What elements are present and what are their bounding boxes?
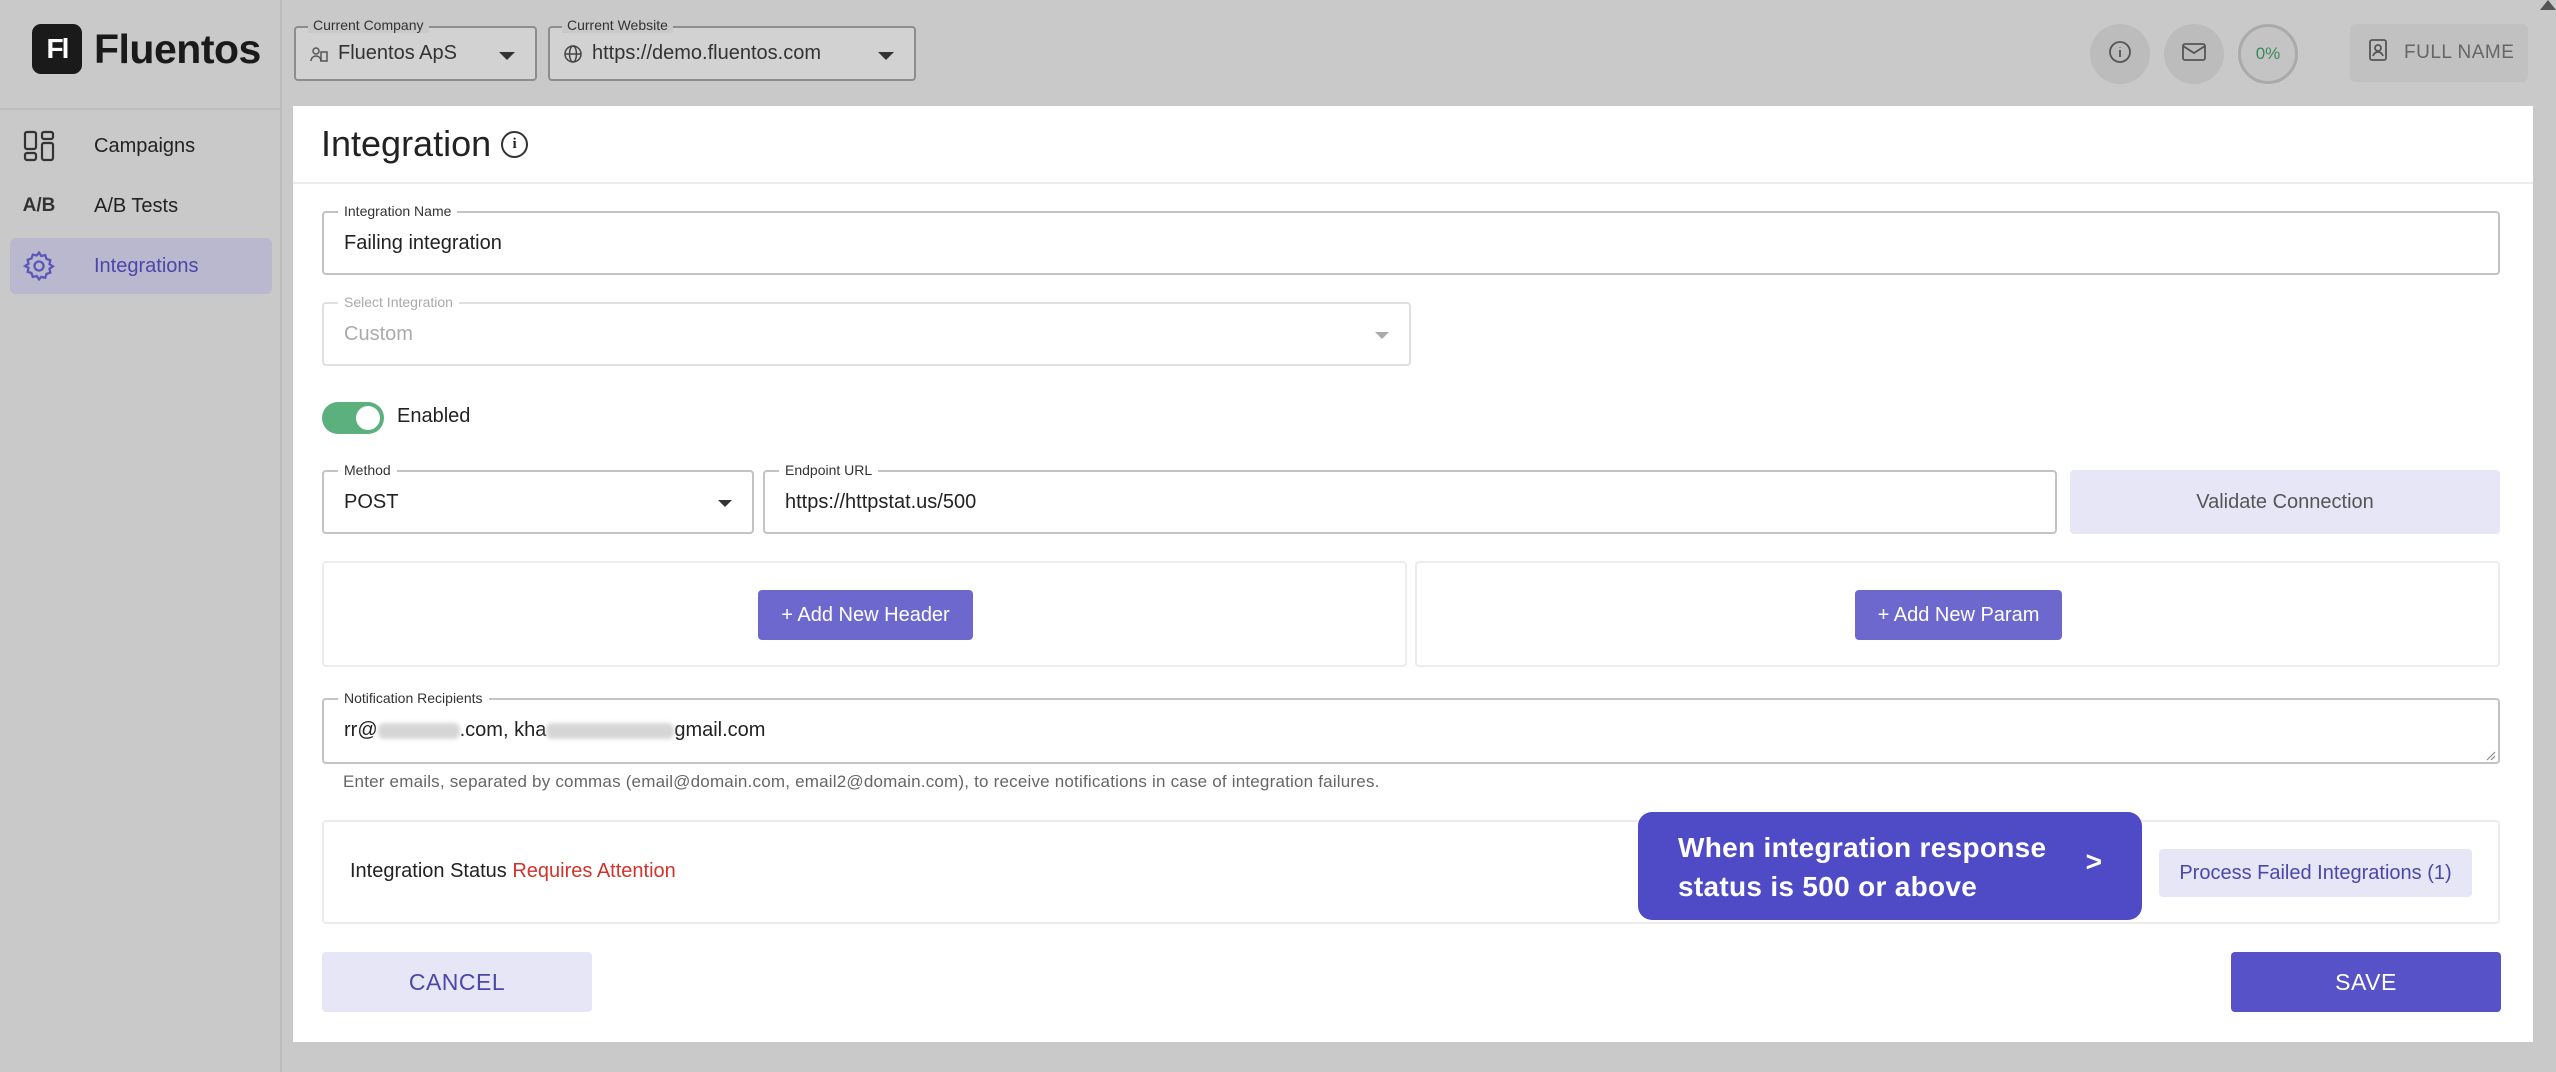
status-tooltip[interactable]: When integration response status is 500 …	[1638, 812, 2142, 920]
chevron-down-icon	[718, 500, 732, 507]
endpoint-url-label: Endpoint URL	[779, 462, 879, 478]
chevron-down-icon	[1375, 332, 1389, 339]
globe-icon	[563, 44, 583, 70]
user-name: FULL NAME	[2404, 42, 2515, 63]
recipients-text-part: gmail.com	[674, 719, 766, 741]
title-info-icon[interactable]: i	[501, 130, 529, 158]
status-label: Integration Status	[350, 860, 507, 882]
brand-logo[interactable]: Fl Fluentos	[32, 24, 261, 74]
info-icon	[2108, 40, 2132, 69]
integration-card: Integration i Integration Name Failing i…	[293, 106, 2533, 1042]
company-selector-label: Current Company	[308, 17, 429, 33]
sidebar: Fl Fluentos Campaigns A/B A/B Tests Inte…	[0, 0, 282, 1072]
website-selector[interactable]: Current Website https://demo.fluentos.co…	[548, 17, 916, 81]
status-value: Requires Attention	[512, 860, 676, 882]
ab-tests-icon: A/B	[22, 195, 56, 216]
process-failed-integrations-button[interactable]: Process Failed Integrations (1)	[2159, 849, 2472, 897]
headers-panel: + Add New Header	[322, 561, 1407, 667]
sidebar-item-campaigns[interactable]: Campaigns	[10, 118, 272, 174]
toggle-knob	[356, 406, 380, 430]
redacted-text	[377, 722, 460, 739]
enabled-toggle[interactable]	[322, 402, 384, 434]
company-value: Fluentos ApS	[338, 42, 457, 64]
notification-recipients-field[interactable]: Notification Recipients rr@ .com, kha gmai…	[322, 690, 2500, 764]
recipients-text-part: rr@	[344, 719, 378, 741]
page-title: Integration	[321, 123, 492, 164]
company-selector[interactable]: Current Company Fluentos ApS	[294, 17, 537, 81]
select-integration-label: Select Integration	[338, 294, 459, 310]
method-select[interactable]: Method POST	[322, 462, 754, 534]
user-menu-button[interactable]: FULL NAME	[2350, 24, 2528, 82]
sidebar-divider	[0, 108, 282, 110]
recipients-text-part: .com, kha	[459, 719, 547, 741]
logo-mark: Fl	[32, 24, 82, 74]
sidebar-nav: Campaigns A/B A/B Tests Integrations	[10, 118, 272, 298]
cancel-button[interactable]: CANCEL	[322, 952, 592, 1012]
tooltip-arrow-icon: >	[2085, 846, 2102, 877]
integration-name-label: Integration Name	[338, 203, 458, 219]
sidebar-item-integrations[interactable]: Integrations	[10, 238, 272, 294]
redacted-text	[546, 722, 675, 739]
params-panel: + Add New Param	[1415, 561, 2500, 667]
topbar: Current Company Fluentos ApS Current Web…	[282, 0, 2556, 104]
add-header-button[interactable]: + Add New Header	[758, 590, 973, 640]
campaigns-icon	[20, 127, 58, 165]
save-button[interactable]: SAVE	[2231, 952, 2501, 1012]
info-button[interactable]	[2090, 24, 2150, 84]
enabled-label: Enabled	[397, 405, 471, 427]
sidebar-item-label: A/B Tests	[94, 194, 179, 217]
company-icon	[309, 44, 329, 70]
sidebar-item-label: Integrations	[94, 254, 199, 277]
gear-icon	[20, 247, 58, 285]
notification-recipients-value: rr@ .com, kha gmail.com	[344, 719, 765, 742]
recipients-helper-text: Enter emails, separated by commas (email…	[343, 772, 1380, 791]
chevron-down-icon	[878, 52, 894, 60]
integration-status: Integration Status Requires Attention	[350, 860, 676, 883]
method-value: POST	[344, 491, 399, 513]
tooltip-text: When integration response status is 500 …	[1678, 832, 2047, 902]
website-selector-label: Current Website	[562, 17, 673, 33]
notification-recipients-label: Notification Recipients	[338, 690, 489, 706]
integration-name-field[interactable]: Integration Name Failing integration	[322, 203, 2500, 275]
method-label: Method	[338, 462, 397, 478]
resize-handle-icon[interactable]	[2484, 748, 2496, 761]
sidebar-item-ab-tests[interactable]: A/B A/B Tests	[10, 178, 272, 234]
messages-button[interactable]	[2164, 24, 2224, 84]
card-header: Integration i	[293, 106, 2533, 184]
mail-icon	[2181, 41, 2207, 68]
website-value: https://demo.fluentos.com	[592, 42, 822, 64]
endpoint-url-field[interactable]: Endpoint URL https://httpstat.us/500	[763, 462, 2057, 534]
chevron-down-icon	[499, 52, 515, 60]
add-param-button[interactable]: + Add New Param	[1855, 590, 2062, 640]
sidebar-item-label: Campaigns	[94, 134, 196, 157]
scroll-up-arrow-icon[interactable]	[2540, 0, 2556, 10]
brand-name: Fluentos	[94, 25, 261, 72]
user-card-icon	[2368, 38, 2390, 68]
select-integration-value: Custom	[344, 323, 413, 345]
select-integration-dropdown: Select Integration Custom	[322, 294, 1411, 366]
validate-connection-button[interactable]: Validate Connection	[2070, 470, 2500, 534]
endpoint-url-value: https://httpstat.us/500	[785, 491, 977, 513]
progress-indicator[interactable]: 0%	[2238, 24, 2298, 84]
integration-name-value: Failing integration	[344, 232, 502, 254]
